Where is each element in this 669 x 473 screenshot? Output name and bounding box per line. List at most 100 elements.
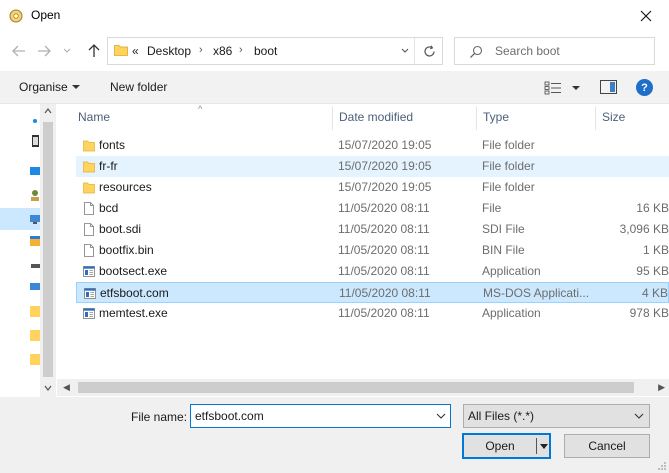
file-name: fr-fr <box>99 159 118 173</box>
scroll-left-icon[interactable]: ◀ <box>63 382 70 393</box>
file-type: MS-DOS Applicati... <box>483 286 590 300</box>
title-bar: Open <box>0 0 669 31</box>
column-headers: ^ Name Date modified Type Size <box>57 104 669 130</box>
file-date: 11/05/2020 08:11 <box>338 264 430 278</box>
column-date-modified[interactable]: Date modified <box>339 110 413 124</box>
file-name: bootsect.exe <box>99 264 168 278</box>
file-row[interactable]: bootsect.exe 11/05/2020 08:11 Application 9… <box>76 261 669 282</box>
folder-icon[interactable] <box>30 304 40 318</box>
arrow-up-icon <box>88 44 100 57</box>
preview-pane-icon[interactable] <box>600 80 617 94</box>
horizontal-scrollbar[interactable]: ◀ ▶ <box>57 379 669 396</box>
breadcrumb-desktop[interactable]: Desktop <box>147 44 191 58</box>
column-divider[interactable] <box>595 106 596 130</box>
file-name: bootfix.bin <box>99 243 154 257</box>
file-type-filter[interactable]: All Files (*.*) <box>463 404 650 428</box>
folder-icon[interactable] <box>30 352 40 366</box>
column-size[interactable]: Size <box>602 110 625 124</box>
caret-down-icon <box>72 85 80 89</box>
file-row[interactable]: boot.sdi 11/05/2020 08:11 SDI File 3,096 KB <box>76 219 669 240</box>
navigation-pane[interactable] <box>0 104 56 397</box>
address-bar[interactable]: « Desktop › x86 › boot <box>107 37 443 65</box>
navigation-scrollbar[interactable] <box>40 104 56 397</box>
this-pc-icon[interactable] <box>30 212 40 226</box>
drive-icon[interactable] <box>30 258 40 272</box>
file-icon <box>84 202 94 215</box>
split-divider <box>536 438 537 454</box>
file-date: 11/05/2020 08:11 <box>338 201 430 215</box>
breadcrumb-separator[interactable]: › <box>239 44 243 56</box>
file-name: boot.sdi <box>99 222 142 236</box>
file-row[interactable]: fonts 15/07/2020 19:05 File folder <box>76 135 669 156</box>
organise-menu-button[interactable]: Organise <box>19 80 68 94</box>
breadcrumb-boot[interactable]: boot <box>254 44 277 58</box>
file-row[interactable]: bcd 11/05/2020 08:11 File 16 KB <box>76 198 669 219</box>
folder-icon[interactable] <box>30 328 40 342</box>
search-icon <box>470 45 483 58</box>
column-divider[interactable] <box>332 106 333 130</box>
close-button[interactable] <box>623 0 669 31</box>
file-size: 978 KB <box>629 306 669 320</box>
network-drive-icon[interactable] <box>30 280 40 294</box>
open-options-caret-icon[interactable] <box>540 444 548 449</box>
file-row[interactable]: memtest.exe 11/05/2020 08:11 Application 97… <box>76 303 669 324</box>
recent-locations-button[interactable] <box>60 40 74 62</box>
file-row[interactable]: etfsboot.com 11/05/2020 08:11 MS-DOS Appli… <box>76 282 669 303</box>
open-button-label: Open <box>485 439 515 453</box>
folder-icon <box>83 182 95 194</box>
file-date: 11/05/2020 08:11 <box>338 306 430 320</box>
file-row[interactable]: bootfix.bin 11/05/2020 08:11 BIN File 1 KB <box>76 240 669 261</box>
file-type-filter-value: All Files (*.*) <box>468 409 535 423</box>
breadcrumb-overflow[interactable]: « <box>132 44 139 58</box>
column-name[interactable]: Name <box>78 110 110 124</box>
file-icon <box>84 223 94 236</box>
resize-grip-icon[interactable] <box>657 461 667 471</box>
details-view-icon[interactable] <box>544 81 562 95</box>
application-icon <box>84 288 96 299</box>
file-type: File folder <box>482 159 535 173</box>
scroll-right-icon[interactable]: ▶ <box>658 382 665 393</box>
file-size: 1 KB <box>642 243 669 257</box>
file-date: 15/07/2020 19:05 <box>338 180 432 194</box>
file-name-field[interactable] <box>190 404 451 428</box>
file-name-input[interactable] <box>195 408 425 424</box>
close-icon <box>640 10 652 21</box>
quick-access-icon[interactable] <box>30 114 40 128</box>
file-date: 15/07/2020 19:05 <box>338 138 432 152</box>
address-history-dropdown[interactable] <box>396 38 414 64</box>
user-icon[interactable] <box>30 188 40 202</box>
scroll-down-icon[interactable] <box>44 385 52 391</box>
scrollbar-thumb[interactable] <box>78 382 634 393</box>
sort-indicator-icon: ^ <box>198 104 203 114</box>
file-row[interactable]: resources 15/07/2020 19:05 File folder <box>76 177 669 198</box>
forward-button[interactable] <box>34 40 54 62</box>
open-button[interactable]: Open <box>462 433 551 459</box>
folder-icon <box>114 45 128 56</box>
breadcrumb-x86[interactable]: x86 <box>213 44 232 58</box>
application-icon <box>83 308 95 319</box>
chevron-down-icon[interactable] <box>435 411 447 421</box>
file-type: Application <box>482 264 541 278</box>
breadcrumb-separator[interactable]: › <box>199 44 203 56</box>
view-options-caret-icon[interactable] <box>572 86 580 90</box>
file-date: 15/07/2020 19:05 <box>338 159 432 173</box>
refresh-button[interactable] <box>414 38 443 64</box>
back-button[interactable] <box>9 40 29 62</box>
desktop-icon[interactable] <box>30 164 40 178</box>
file-size: 95 KB <box>636 264 669 278</box>
document-icon[interactable] <box>30 134 40 148</box>
file-size: 3,096 KB <box>619 222 669 236</box>
scroll-up-icon[interactable] <box>44 108 52 114</box>
file-type: BIN File <box>482 243 525 257</box>
column-divider[interactable] <box>476 106 477 130</box>
column-type[interactable]: Type <box>483 110 509 124</box>
search-box[interactable]: Search boot <box>454 37 655 65</box>
help-icon[interactable]: ? <box>636 79 653 96</box>
file-row[interactable]: fr-fr 15/07/2020 19:05 File folder <box>76 156 669 177</box>
file-date: 11/05/2020 08:11 <box>338 222 430 236</box>
scrollbar-thumb[interactable] <box>43 122 53 377</box>
library-icon[interactable] <box>30 234 40 248</box>
cancel-button[interactable]: Cancel <box>564 434 650 458</box>
up-button[interactable] <box>84 40 104 62</box>
new-folder-button[interactable]: New folder <box>110 80 167 94</box>
